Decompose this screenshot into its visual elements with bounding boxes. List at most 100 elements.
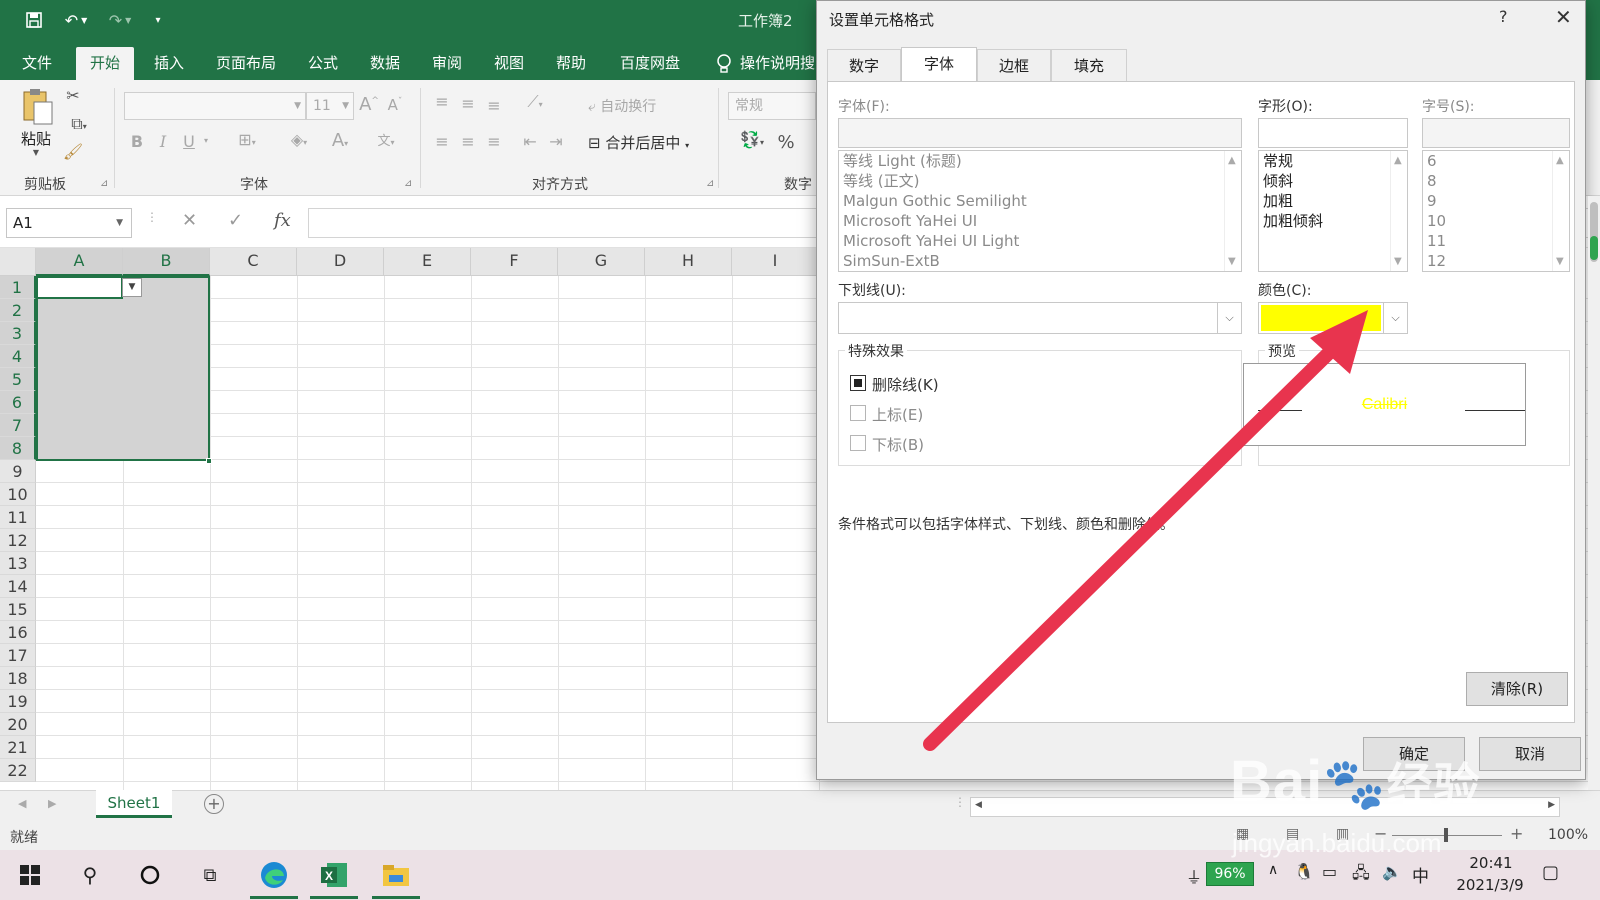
undo-icon[interactable]: ↶ ▼ bbox=[58, 8, 94, 32]
column-header-f[interactable]: F bbox=[471, 248, 558, 276]
zoom-level[interactable]: 100% bbox=[1548, 827, 1588, 843]
edge-browser-icon[interactable] bbox=[252, 858, 296, 892]
fill-handle[interactable] bbox=[206, 458, 212, 464]
superscript-checkbox[interactable] bbox=[850, 405, 866, 421]
underline-dropdown-icon[interactable]: ▾ bbox=[200, 136, 212, 145]
active-cell-a1[interactable] bbox=[36, 276, 123, 299]
strikethrough-label[interactable]: 删除线(K) bbox=[872, 374, 939, 395]
size-option[interactable]: 12 bbox=[1423, 251, 1569, 271]
size-option[interactable]: 8 bbox=[1423, 171, 1569, 191]
font-option[interactable]: 等线 (正文) bbox=[839, 171, 1241, 191]
tab-border[interactable]: 边框 bbox=[977, 49, 1051, 81]
font-listbox[interactable]: 等线 Light (标题) 等线 (正文) Malgun Gothic Semili… bbox=[838, 150, 1242, 272]
paste-dropdown-icon[interactable]: ▼ bbox=[30, 148, 42, 157]
tab-page-layout[interactable]: 页面布局 bbox=[202, 47, 290, 80]
show-hidden-icons-icon[interactable]: ∧ bbox=[1268, 862, 1278, 878]
column-header-g[interactable]: G bbox=[558, 248, 645, 276]
accounting-format-icon[interactable]: 💱▾ bbox=[732, 130, 772, 149]
alignment-launcher-icon[interactable]: ⊿ bbox=[706, 178, 714, 189]
decrease-indent-icon[interactable]: ⇤ bbox=[520, 132, 540, 151]
tab-review[interactable]: 审阅 bbox=[418, 47, 476, 80]
clock-date[interactable]: 2021/3/9 bbox=[1440, 876, 1540, 894]
tab-view[interactable]: 视图 bbox=[480, 47, 538, 80]
align-middle-icon[interactable]: ≡ bbox=[458, 94, 478, 113]
select-all-button[interactable] bbox=[0, 248, 36, 276]
file-explorer-icon[interactable] bbox=[374, 858, 418, 892]
color-picker[interactable]: ⌵ bbox=[1258, 302, 1408, 334]
font-name-combo[interactable]: ▼ bbox=[124, 92, 306, 120]
column-header-i[interactable]: I bbox=[732, 248, 819, 276]
tab-formulas[interactable]: 公式 bbox=[294, 47, 352, 80]
style-list-scrollbar[interactable]: ▲ ▼ bbox=[1390, 151, 1407, 271]
qq-icon[interactable]: 🐧 bbox=[1294, 862, 1314, 881]
italic-button[interactable]: I bbox=[154, 132, 172, 151]
fill-color-icon[interactable]: ◈▾ bbox=[280, 130, 318, 149]
save-icon[interactable] bbox=[20, 8, 48, 32]
row-header-20[interactable]: 20 bbox=[0, 713, 36, 736]
row-header-10[interactable]: 10 bbox=[0, 483, 36, 506]
font-size-combo[interactable]: 11 ▼ bbox=[306, 92, 354, 120]
font-launcher-icon[interactable]: ⊿ bbox=[404, 178, 412, 189]
insert-function-button[interactable]: fx bbox=[274, 210, 291, 231]
tab-number[interactable]: 数字 bbox=[827, 49, 901, 81]
row-header-18[interactable]: 18 bbox=[0, 667, 36, 690]
row-header-11[interactable]: 11 bbox=[0, 506, 36, 529]
row-header-1[interactable]: 1 bbox=[0, 276, 36, 299]
font-option[interactable]: SimSun-ExtB bbox=[839, 251, 1241, 271]
style-listbox[interactable]: 常规 倾斜 加粗 加粗倾斜 ▲ ▼ bbox=[1258, 150, 1408, 272]
help-button[interactable]: ? bbox=[1499, 7, 1508, 26]
font-color-icon[interactable]: A▾ bbox=[322, 130, 358, 151]
increase-indent-icon[interactable]: ⇥ bbox=[546, 132, 566, 151]
wrap-text-button[interactable]: ⤶ 自动换行 bbox=[588, 96, 684, 116]
style-option[interactable]: 倾斜 bbox=[1259, 171, 1407, 191]
merge-center-button[interactable]: ⊟ 合并后居中 ▾ bbox=[588, 132, 712, 153]
font-list-scrollbar[interactable]: ▲ ▼ bbox=[1224, 151, 1241, 271]
orientation-icon[interactable]: ⟋▾ bbox=[520, 92, 550, 112]
row-header-3[interactable]: 3 bbox=[0, 322, 36, 345]
column-header-c[interactable]: C bbox=[210, 248, 297, 276]
tab-font[interactable]: 字体 bbox=[901, 47, 977, 82]
phonetic-guide-icon[interactable]: 文▾ bbox=[366, 130, 406, 149]
row-header-13[interactable]: 13 bbox=[0, 552, 36, 575]
column-header-d[interactable]: D bbox=[297, 248, 384, 276]
prev-sheet-icon[interactable]: ◀ bbox=[18, 797, 26, 810]
row-header-5[interactable]: 5 bbox=[0, 368, 36, 391]
enter-formula-icon[interactable]: ✓ bbox=[228, 210, 243, 231]
vertical-scrollbar[interactable] bbox=[1588, 196, 1600, 790]
cancel-button[interactable]: 取消 bbox=[1479, 737, 1581, 771]
size-option[interactable]: 9 bbox=[1423, 191, 1569, 211]
row-header-2[interactable]: 2 bbox=[0, 299, 36, 322]
row-header-14[interactable]: 14 bbox=[0, 575, 36, 598]
tab-help[interactable]: 帮助 bbox=[542, 47, 600, 80]
windows-start-icon[interactable] bbox=[8, 858, 52, 892]
ime-indicator[interactable]: 中 bbox=[1412, 862, 1429, 887]
copy-icon[interactable]: ⧉▾ bbox=[62, 114, 96, 134]
battery-indicator[interactable]: 96% bbox=[1206, 862, 1254, 886]
subscript-checkbox[interactable] bbox=[850, 435, 866, 451]
style-option[interactable]: 常规 bbox=[1259, 151, 1407, 171]
align-left-icon[interactable]: ≡ bbox=[432, 132, 452, 151]
format-painter-icon[interactable]: 🖌 bbox=[62, 142, 84, 161]
size-option[interactable]: 6 bbox=[1423, 151, 1569, 171]
size-input[interactable] bbox=[1422, 118, 1570, 148]
add-sheet-icon[interactable]: + bbox=[204, 794, 224, 814]
tab-home[interactable]: 开始 bbox=[76, 47, 135, 80]
decrease-font-icon[interactable]: Aˇ bbox=[384, 96, 406, 114]
volume-icon[interactable]: 🔈 bbox=[1382, 862, 1402, 881]
cell-dropdown-icon[interactable]: ▼ bbox=[122, 278, 142, 297]
tab-file[interactable]: 文件 bbox=[8, 47, 66, 80]
style-option[interactable]: 加粗 bbox=[1259, 191, 1407, 211]
align-center-icon[interactable]: ≡ bbox=[458, 132, 478, 151]
font-input[interactable] bbox=[838, 118, 1242, 148]
scroll-splitter-icon[interactable]: ⋮ bbox=[954, 795, 966, 809]
number-format-combo[interactable]: 常规 bbox=[728, 92, 816, 120]
zoom-slider-thumb[interactable] bbox=[1444, 828, 1448, 842]
subscript-label[interactable]: 下标(B) bbox=[872, 434, 924, 455]
paste-icon[interactable] bbox=[18, 86, 58, 126]
style-input[interactable] bbox=[1258, 118, 1408, 148]
clear-button[interactable]: 清除(R) bbox=[1466, 672, 1568, 706]
redo-icon[interactable]: ↷ ▼ bbox=[102, 8, 138, 32]
align-bottom-icon[interactable]: ≡ bbox=[484, 96, 504, 115]
row-header-15[interactable]: 15 bbox=[0, 598, 36, 621]
row-header-8[interactable]: 8 bbox=[0, 437, 36, 460]
